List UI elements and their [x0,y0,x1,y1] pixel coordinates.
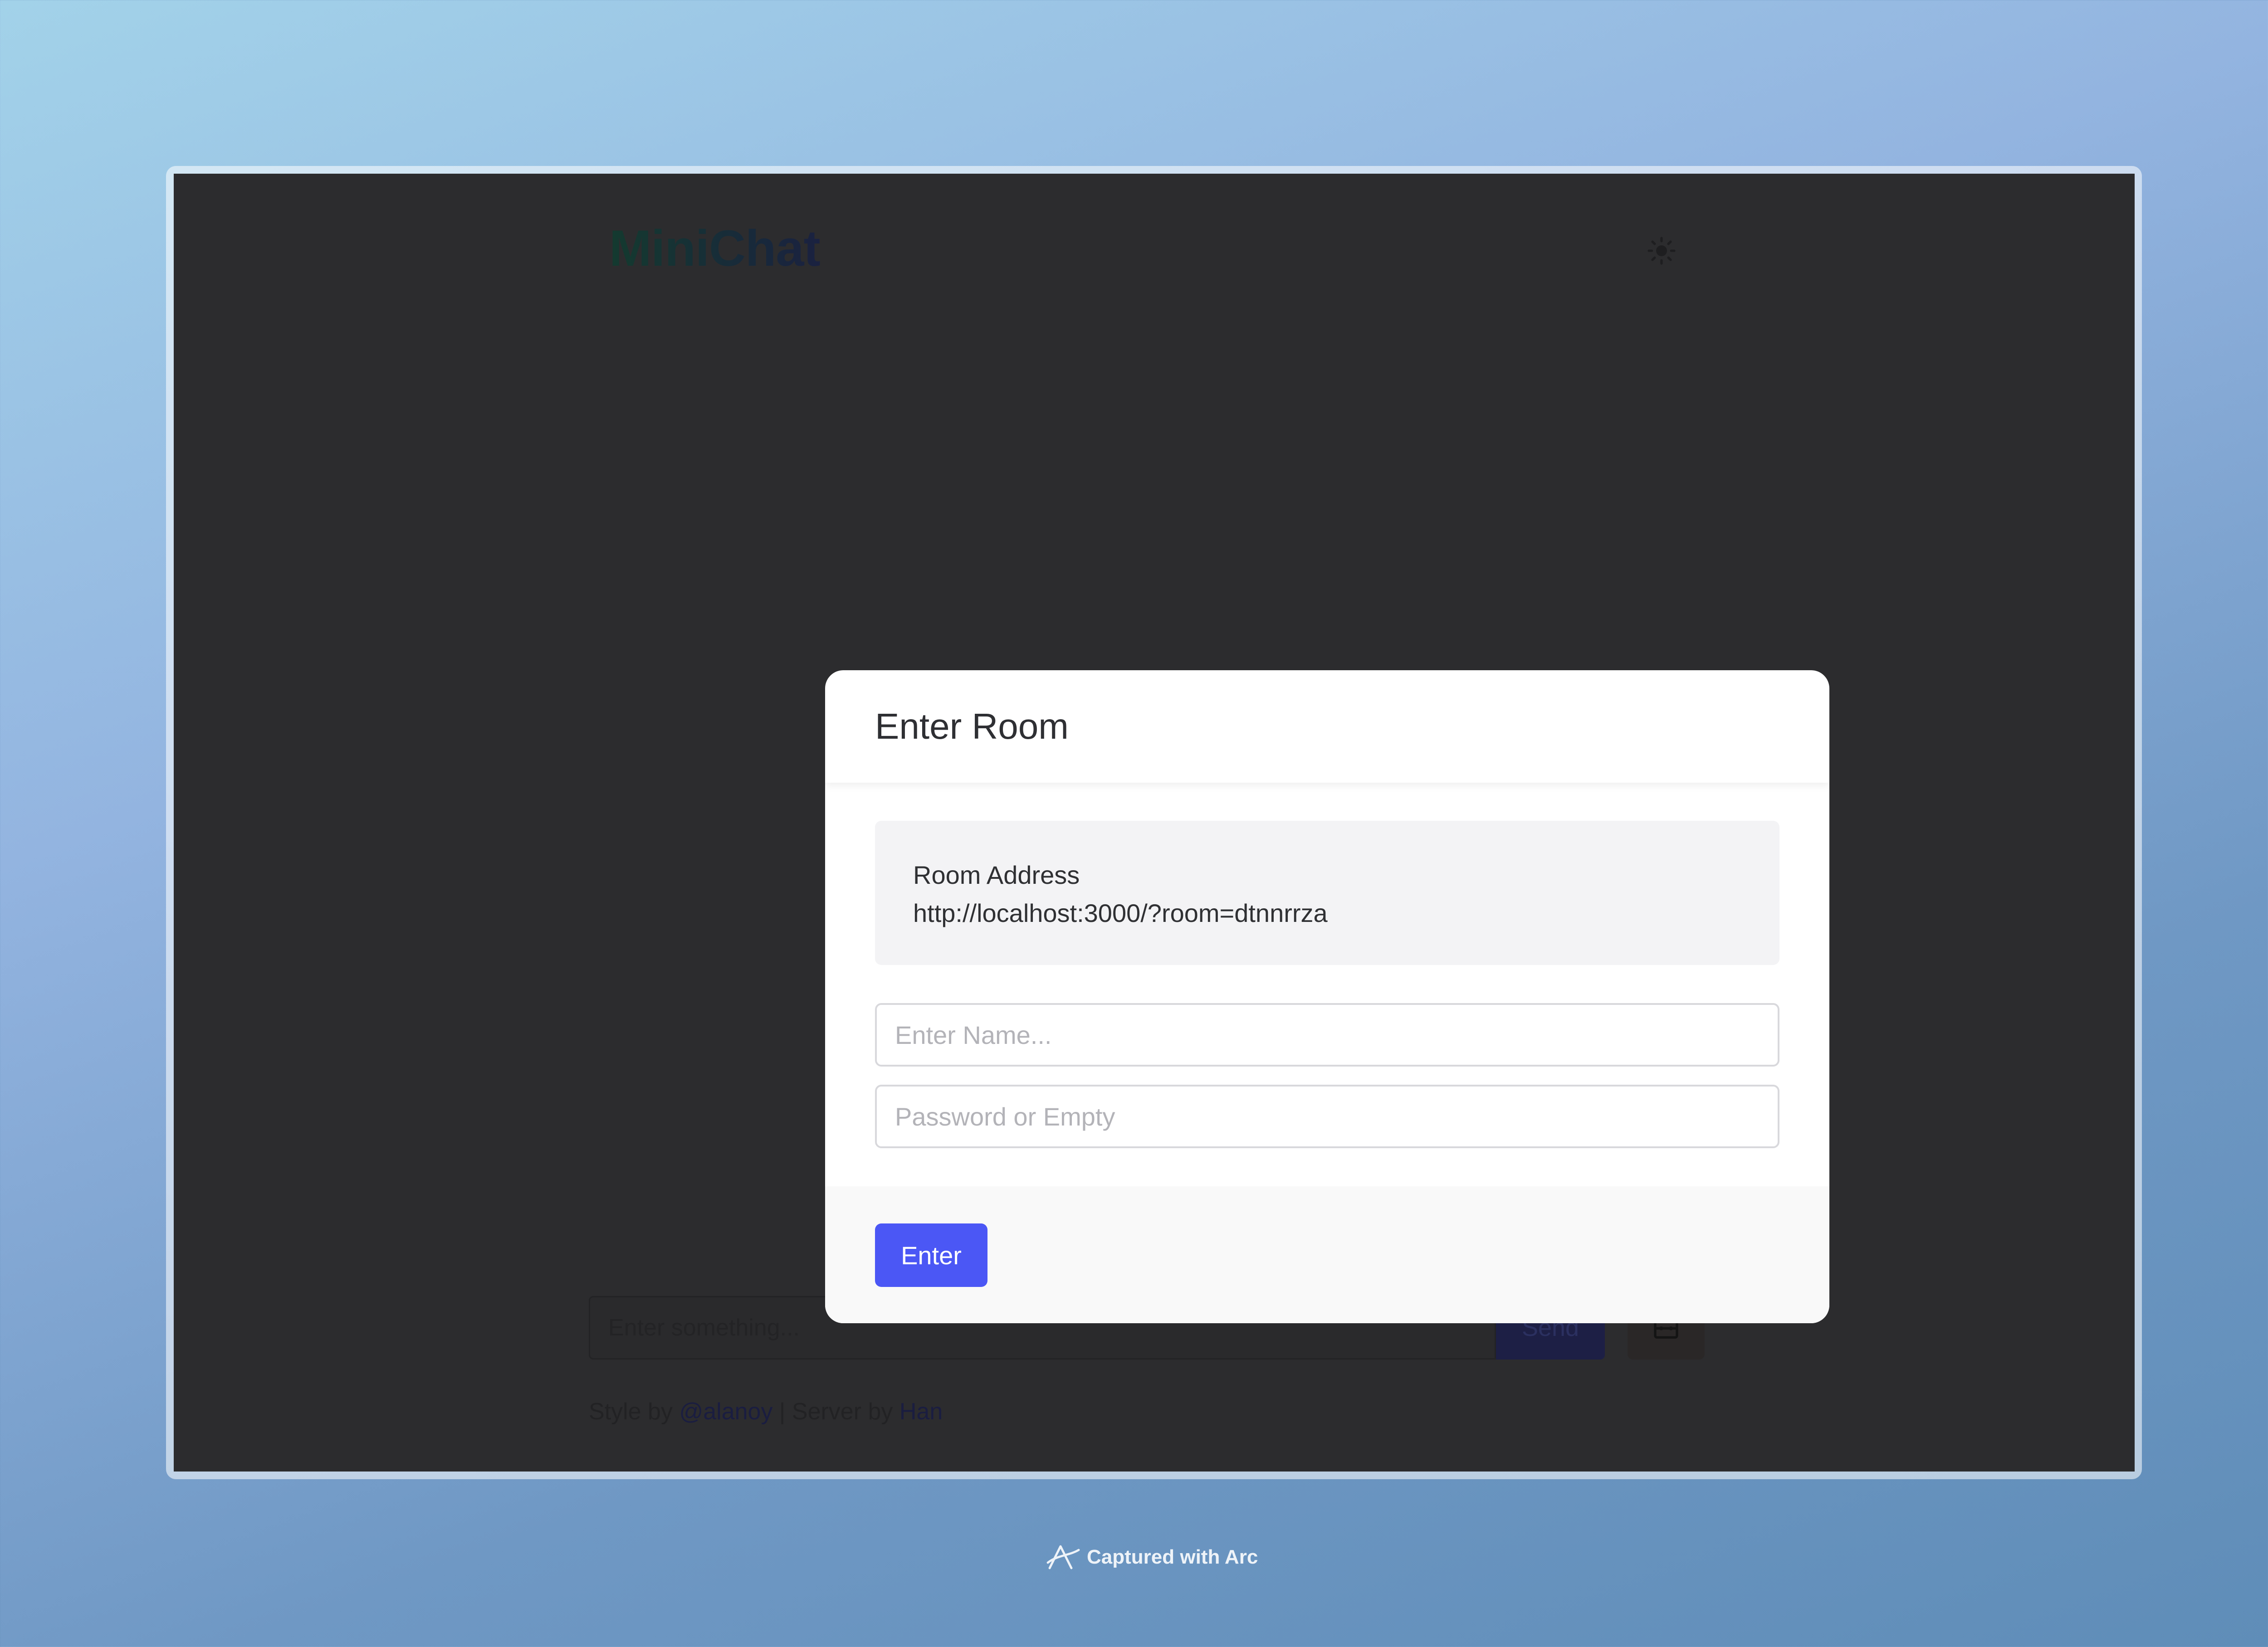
room-address-value: http://localhost:3000/?room=dtnnrrza [913,899,1328,927]
enter-button[interactable]: Enter [875,1223,987,1287]
server-credit-prefix: Server by [792,1398,893,1425]
room-address-box: Room Address http://localhost:3000/?room… [875,821,1779,965]
modal-title: Enter Room [875,706,1069,746]
capture-label: Captured with Arc [1087,1546,1258,1568]
name-input[interactable] [875,1003,1779,1067]
room-address-label: Room Address [913,861,1080,889]
capture-caption: Captured with Arc [1046,1543,1258,1572]
arc-logo-icon [1046,1545,1080,1569]
modal-footer: Enter [825,1186,1829,1323]
modal-header: Enter Room [825,670,1829,783]
app-window: MiniChat Enter something... Send Style b… [174,174,2135,1472]
sun-icon [1647,237,1676,265]
app-title: MiniChat [609,220,821,277]
server-author-link[interactable]: Han [899,1398,943,1425]
theme-toggle-button[interactable] [1643,233,1680,269]
style-author-link[interactable]: @alanoy [679,1398,772,1425]
footer-separator: | [779,1398,786,1425]
enter-room-modal: Enter Room Room Address http://localhost… [825,670,1829,1323]
chat-input-placeholder: Enter something... [608,1315,800,1341]
style-credit-prefix: Style by [589,1398,673,1425]
password-input[interactable] [875,1085,1779,1148]
footer-credits: Style by @alanoy | Server by Han [589,1398,943,1425]
modal-body: Room Address http://localhost:3000/?room… [825,783,1829,1148]
